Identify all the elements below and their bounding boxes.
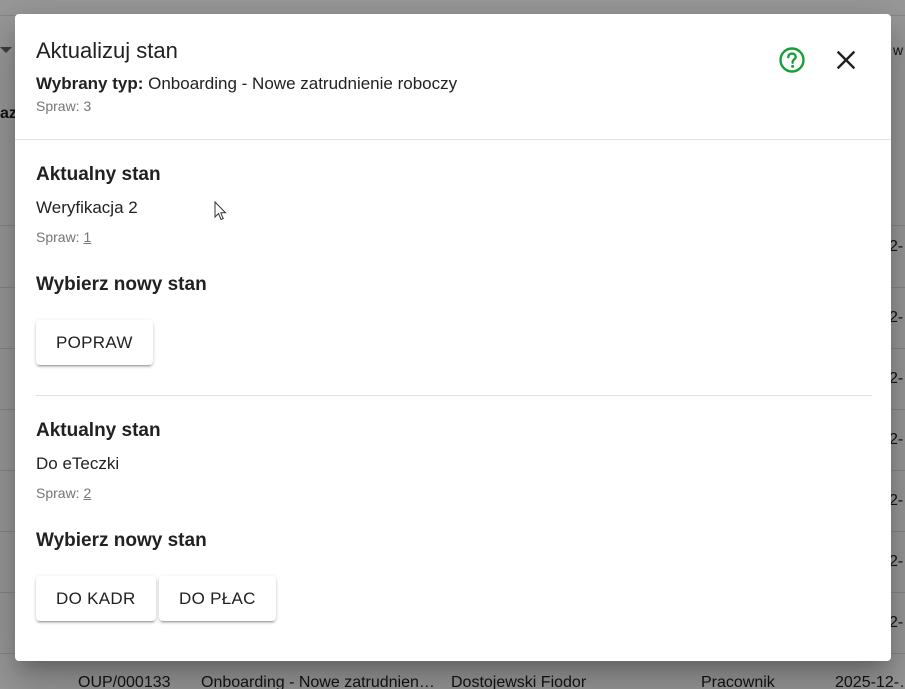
case-count-link[interactable]: 1 xyxy=(83,229,91,245)
mouse-cursor-icon xyxy=(214,201,227,221)
dialog-title: Aktualizuj stan xyxy=(36,38,178,63)
section-case-count: Spraw: 1 xyxy=(36,229,92,245)
selected-type-value: Onboarding - Nowe zatrudnienie roboczy xyxy=(148,74,458,93)
help-circle-icon xyxy=(779,47,805,73)
current-state-value: Weryfikacja 2 xyxy=(36,198,138,217)
close-icon xyxy=(836,50,856,70)
selected-type: Wybrany typ: Onboarding - Nowe zatrudnie… xyxy=(36,74,457,94)
current-state-heading: Aktualny stan xyxy=(36,420,161,441)
case-count: Spraw: 3 xyxy=(36,98,92,114)
choose-state-heading: Wybierz nowy stan xyxy=(36,274,207,295)
current-state-value: Do eTeczki xyxy=(36,454,120,473)
popraw-button[interactable]: POPRAW xyxy=(36,320,153,365)
case-count-link[interactable]: 2 xyxy=(83,485,91,501)
help-button[interactable] xyxy=(777,45,807,75)
current-state-heading: Aktualny stan xyxy=(36,164,161,185)
do-kadr-button[interactable]: DO KADR xyxy=(36,576,156,621)
choose-state-heading: Wybierz nowy stan xyxy=(36,530,207,551)
state-section-2: Aktualny stan Do eTeczki Spraw: 2 Wybier… xyxy=(36,396,872,626)
update-state-dialog: Aktualizuj stan Wybrany typ: Onboarding … xyxy=(15,14,891,661)
selected-type-label: Wybrany typ: xyxy=(36,74,144,93)
dialog-header: Aktualizuj stan Wybrany typ: Onboarding … xyxy=(15,14,891,140)
close-button[interactable] xyxy=(831,45,861,75)
state-section-1: Aktualny stan Weryfikacja 2 Spraw: 1 Wyb… xyxy=(36,140,872,370)
do-plac-button[interactable]: DO PŁAC xyxy=(159,576,276,621)
section-case-count: Spraw: 2 xyxy=(36,485,92,501)
